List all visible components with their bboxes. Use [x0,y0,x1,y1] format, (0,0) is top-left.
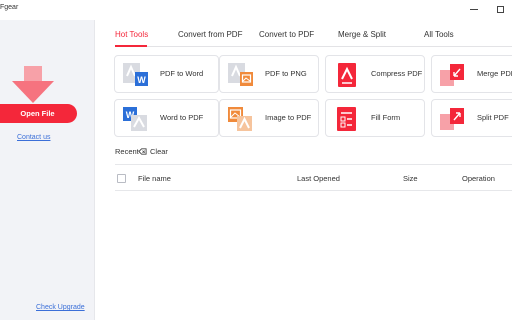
tool-tabs: Hot Tools Convert from PDF Convert to PD… [115,28,512,50]
window-title: Fgear [0,4,19,11]
open-file-arrow-icon [12,66,54,103]
column-header-operation[interactable]: Operation [462,174,495,183]
sidebar: Open File Contact us Check Upgrade [0,20,95,320]
check-upgrade-link[interactable]: Check Upgrade [36,304,85,311]
clear-label: Clear [150,146,168,156]
app-window: Fgear Open File Contact us Check Upgrade… [0,0,512,320]
compress-pdf-icon [338,63,356,87]
tab-merge-split[interactable]: Merge & Split [338,30,386,39]
tool-label: PDF to Word [160,69,204,78]
minimize-icon [470,8,478,10]
tool-label: Image to PDF [265,113,312,122]
clear-icon [138,147,147,155]
pdf-to-word-icon: W [123,63,148,86]
tool-card-split-pdf[interactable]: Split PDF [431,99,512,137]
clear-button[interactable]: Clear [138,145,168,157]
maximize-icon [496,5,504,13]
tool-card-fill-form[interactable]: Fill Form [325,99,425,137]
column-header-size[interactable]: Size [403,174,418,183]
column-header-last-opened[interactable]: Last Opened [297,174,340,183]
tool-label: Word to PDF [160,113,204,122]
open-file-button[interactable]: Open File [0,104,77,123]
fill-form-icon [337,107,356,131]
tool-label: Compress PDF [371,69,423,78]
column-header-file-name[interactable]: File name [138,174,171,183]
tool-card-compress-pdf[interactable]: Compress PDF [325,55,425,93]
tab-all-tools[interactable]: All Tools [424,30,454,39]
tool-label: Merge PDF [477,69,512,78]
tool-card-pdf-to-png[interactable]: PDF to PNG [219,55,319,93]
recent-label: Recent [115,147,139,156]
tool-label: Split PDF [477,113,509,122]
image-to-pdf-icon [228,107,252,131]
split-pdf-icon [440,108,464,130]
tool-label: Fill Form [371,113,401,122]
tab-convert-from-pdf[interactable]: Convert from PDF [178,30,242,39]
word-to-pdf-icon: W [123,107,147,131]
minimize-button[interactable] [467,2,481,16]
merge-pdf-icon [440,64,464,86]
pdf-to-png-icon [228,63,253,86]
tool-label: PDF to PNG [265,69,307,78]
tab-hot-tools[interactable]: Hot Tools [115,30,148,39]
svg-text:W: W [137,75,146,85]
tool-card-word-to-pdf[interactable]: W Word to PDF [114,99,219,137]
select-all-checkbox[interactable] [117,174,126,183]
title-bar: Fgear [0,0,512,20]
tool-card-merge-pdf[interactable]: Merge PDF [431,55,512,93]
table-header-divider [115,190,512,191]
tool-card-pdf-to-word[interactable]: W PDF to Word [114,55,219,93]
tab-convert-to-pdf[interactable]: Convert to PDF [259,30,314,39]
tool-card-image-to-pdf[interactable]: Image to PDF [219,99,319,137]
maximize-button[interactable] [493,2,507,16]
contact-us-link[interactable]: Contact us [17,134,50,141]
table-top-divider [115,164,512,165]
